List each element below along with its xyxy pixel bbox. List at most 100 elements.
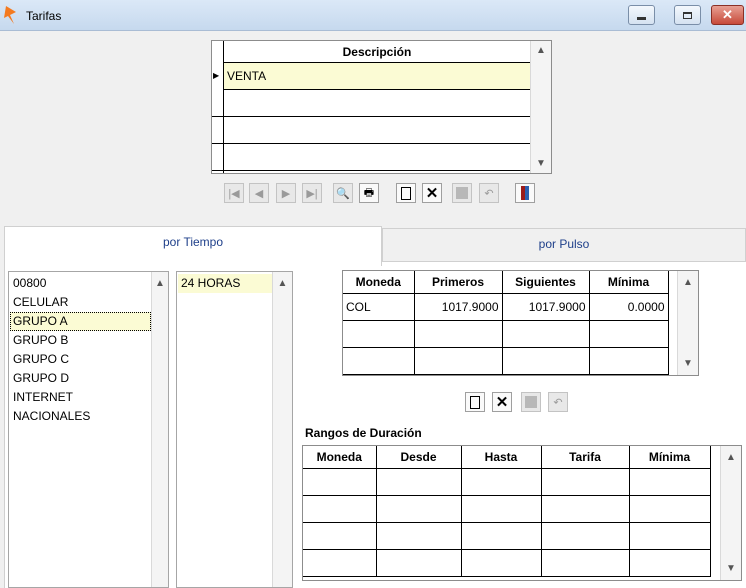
table-cell[interactable] (303, 522, 377, 550)
table-cell[interactable] (303, 549, 377, 577)
tab-por-pulso-label: por Pulso (538, 237, 590, 251)
app-logo-icon (4, 6, 16, 24)
exit-button[interactable] (515, 183, 535, 203)
table-row[interactable]: COL 1017.9000 1017.9000 0.0000 (343, 293, 669, 321)
scroll-down-icon[interactable]: ▼ (678, 358, 698, 369)
schedule-item[interactable]: 24 HORAS (178, 274, 272, 293)
table-cell[interactable] (589, 347, 669, 375)
last-icon: ▶| (306, 187, 318, 200)
groups-list[interactable]: 00800 CELULAR GRUPO A GRUPO B GRUPO C GRUPO D… (8, 271, 169, 588)
next-record-button[interactable]: ▶ (276, 183, 296, 203)
ranges-grid[interactable]: Moneda Desde Hasta Tarifa Mínima ▲ ▼ (302, 445, 742, 581)
next-icon: ▶ (281, 187, 291, 200)
group-item[interactable]: GRUPO C (10, 350, 151, 369)
description-row[interactable] (212, 90, 530, 117)
scroll-up-icon[interactable]: ▲ (721, 452, 741, 463)
groups-scrollbar[interactable]: ▲ (151, 272, 168, 587)
description-row[interactable] (212, 117, 530, 144)
tab-por-tiempo[interactable]: por Tiempo (4, 226, 382, 266)
last-record-button[interactable]: ▶| (302, 183, 322, 203)
table-cell[interactable] (376, 522, 462, 550)
table-cell[interactable] (629, 549, 711, 577)
description-row[interactable] (212, 144, 530, 171)
table-cell[interactable] (303, 468, 377, 496)
delete-button[interactable]: ✕ (422, 183, 442, 203)
scroll-up-icon[interactable]: ▲ (531, 45, 551, 56)
save-button[interactable] (452, 183, 472, 203)
vertical-scrollbar[interactable]: ▲ ▼ (530, 41, 551, 173)
rates-save-button[interactable] (521, 392, 541, 412)
table-cell[interactable] (414, 320, 503, 348)
table-cell[interactable] (502, 320, 590, 348)
table-row[interactable] (343, 347, 669, 375)
description-row[interactable]: VENTA (224, 63, 530, 90)
table-cell[interactable] (589, 320, 669, 348)
scroll-up-icon[interactable]: ▲ (273, 278, 292, 289)
table-cell[interactable]: 0.0000 (589, 293, 669, 321)
group-item[interactable]: CELULAR (10, 293, 151, 312)
table-cell[interactable] (629, 495, 711, 523)
table-cell[interactable] (461, 549, 542, 577)
save-icon (525, 396, 537, 408)
scroll-up-icon[interactable]: ▲ (678, 277, 698, 288)
table-cell[interactable]: 1017.9000 (502, 293, 590, 321)
scroll-down-icon[interactable]: ▼ (531, 158, 551, 169)
new-button[interactable] (396, 183, 416, 203)
rates-undo-button[interactable]: ↶ (548, 392, 568, 412)
table-cell[interactable] (461, 468, 542, 496)
group-item[interactable]: GRUPO B (10, 331, 151, 350)
print-button[interactable]: 🖶 (359, 183, 379, 203)
table-cell[interactable] (629, 468, 711, 496)
scroll-up-icon[interactable]: ▲ (152, 278, 168, 289)
group-item[interactable]: INTERNET (10, 388, 151, 407)
table-cell[interactable] (376, 468, 462, 496)
table-cell[interactable] (541, 522, 630, 550)
previous-record-button[interactable]: ◀ (249, 183, 269, 203)
table-cell[interactable] (376, 495, 462, 523)
table-row[interactable] (303, 495, 711, 523)
table-cell[interactable] (541, 549, 630, 577)
search-button[interactable]: 🔍 (333, 183, 353, 203)
close-button[interactable]: ✕ (711, 5, 744, 25)
table-cell[interactable] (629, 522, 711, 550)
column-header-moneda: Moneda (303, 446, 377, 469)
scroll-down-icon[interactable]: ▼ (721, 563, 741, 574)
table-cell[interactable] (343, 347, 415, 375)
first-record-button[interactable]: |◀ (224, 183, 244, 203)
table-cell[interactable] (541, 495, 630, 523)
table-cell[interactable] (502, 347, 590, 375)
minimize-button[interactable] (628, 5, 655, 25)
rates-scrollbar[interactable]: ▲ ▼ (677, 271, 698, 375)
table-row[interactable] (303, 468, 711, 496)
table-cell[interactable] (303, 495, 377, 523)
maximize-icon (683, 11, 692, 19)
column-header-moneda: Moneda (343, 271, 415, 294)
table-cell[interactable] (376, 549, 462, 577)
table-cell[interactable] (414, 347, 503, 375)
table-cell[interactable]: 1017.9000 (414, 293, 503, 321)
rates-new-button[interactable] (465, 392, 485, 412)
table-cell[interactable]: COL (343, 293, 415, 321)
group-item[interactable]: GRUPO A (10, 312, 151, 331)
table-row[interactable] (343, 320, 669, 348)
maximize-button[interactable] (674, 5, 701, 25)
schedules-list[interactable]: 24 HORAS ▲ (176, 271, 293, 588)
undo-button[interactable]: ↶ (479, 183, 499, 203)
new-document-icon (470, 395, 480, 409)
group-item[interactable]: NACIONALES (10, 407, 151, 426)
ranges-scrollbar[interactable]: ▲ ▼ (720, 446, 741, 580)
table-cell[interactable] (461, 495, 542, 523)
schedules-scrollbar[interactable]: ▲ (272, 272, 292, 587)
group-item[interactable]: GRUPO D (10, 369, 151, 388)
table-cell[interactable] (461, 522, 542, 550)
table-row[interactable] (303, 549, 711, 577)
table-cell[interactable] (541, 468, 630, 496)
group-item[interactable]: 00800 (10, 274, 151, 293)
table-cell[interactable] (343, 320, 415, 348)
tab-por-pulso[interactable]: por Pulso (382, 228, 746, 262)
rates-delete-button[interactable]: ✕ (492, 392, 512, 412)
rates-grid[interactable]: Moneda Primeros Siguientes Mínima COL 10… (342, 270, 699, 376)
description-grid[interactable]: ▶ Descripción VENTA ▲ ▼ (211, 40, 552, 174)
table-row[interactable] (303, 522, 711, 550)
minimize-icon (637, 16, 646, 20)
